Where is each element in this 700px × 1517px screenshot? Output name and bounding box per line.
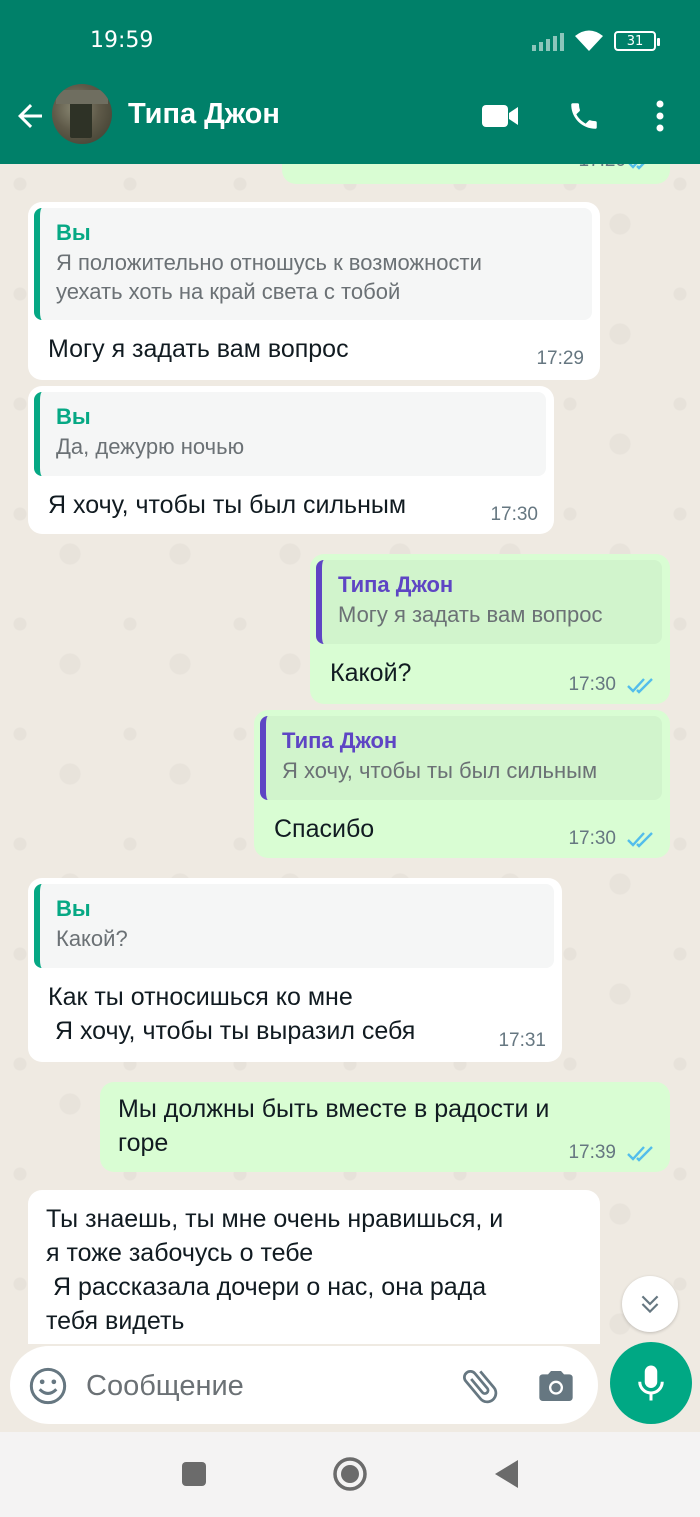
message-text: Мы должны быть вместе в радости и горе	[118, 1095, 550, 1157]
quote-text: Да, дежурю ночью	[56, 434, 245, 459]
video-call-icon	[482, 105, 518, 127]
quoted-message[interactable]: Вы Да, дежурю ночью	[34, 392, 546, 476]
message-meta: 17:39	[568, 1142, 616, 1164]
message-time: 17:30	[568, 828, 616, 849]
mic-icon	[638, 1365, 664, 1401]
message-time: 17:30	[490, 504, 538, 525]
quoted-message[interactable]: Типа Джон Я хочу, чтобы ты был сильным	[260, 716, 662, 800]
message-meta: 17:30	[568, 828, 616, 850]
message-bubble-outgoing[interactable]: 17:20	[282, 164, 670, 184]
chevron-double-down-icon	[641, 1295, 659, 1314]
message-bubble-incoming[interactable]: Вы Я положительно отношусь к возможности…	[28, 202, 600, 380]
wifi-icon	[575, 30, 603, 51]
quoted-message[interactable]: Вы Я положительно отношусь к возможности…	[34, 208, 592, 320]
attach-icon[interactable]	[458, 1364, 502, 1408]
message-text: Как ты относишься ко мне Я хочу, чтобы т…	[48, 983, 416, 1045]
nav-home-icon	[333, 1457, 367, 1491]
message-bubble-outgoing[interactable]: Мы должны быть вместе в радости и горе 1…	[100, 1082, 670, 1172]
camera-icon[interactable]	[536, 1366, 576, 1406]
quote-text: Я хочу, чтобы ты был сильным	[282, 758, 598, 783]
quote-author: Вы	[56, 896, 91, 921]
message-text: Спасибо	[274, 815, 375, 843]
back-arrow-icon[interactable]	[12, 98, 48, 134]
voice-message-button[interactable]	[610, 1342, 692, 1424]
quoted-message[interactable]: Вы Какой?	[34, 884, 554, 968]
voice-call-button[interactable]	[564, 96, 604, 136]
message-bubble-incoming[interactable]: Ты знаешь, ты мне очень нравишься, и я т…	[28, 1190, 600, 1344]
battery-level: 31	[626, 33, 644, 49]
message-meta: 17:30	[568, 674, 616, 696]
message-meta: 17:29	[536, 348, 584, 370]
status-icons: 31	[532, 30, 660, 52]
avatar[interactable]	[52, 84, 112, 144]
nav-recents-icon	[182, 1462, 206, 1486]
chat-header: 19:59 31 Типа Джон	[0, 0, 700, 164]
emoji-icon[interactable]	[28, 1366, 68, 1406]
quote-author: Вы	[56, 404, 91, 429]
status-time: 19:59	[90, 28, 154, 53]
nav-recents-button[interactable]	[174, 1454, 214, 1494]
message-composer	[10, 1346, 598, 1424]
message-time: 17:31	[498, 1030, 546, 1051]
phone-icon	[571, 103, 597, 129]
quote-author: Вы	[56, 220, 91, 245]
message-time: 17:29	[536, 348, 584, 369]
message-text: Ты знаешь, ты мне очень нравишься, и я т…	[46, 1205, 504, 1335]
quote-text: Какой?	[56, 926, 128, 951]
quoted-message[interactable]: Типа Джон Могу я задать вам вопрос	[316, 560, 662, 644]
toolbar: Типа Джон	[0, 82, 700, 164]
quote-author: Типа Джон	[282, 728, 398, 753]
message-meta: 17:20	[578, 164, 626, 172]
message-time: 17:20	[578, 164, 626, 172]
double-check-icon	[627, 1146, 653, 1162]
quote-author: Типа Джон	[338, 572, 454, 597]
message-bubble-outgoing[interactable]: Типа Джон Я хочу, чтобы ты был сильным С…	[254, 710, 670, 858]
nav-back-button[interactable]	[486, 1454, 526, 1494]
status-bar: 19:59 31	[0, 0, 700, 82]
system-navigation-bar	[0, 1432, 700, 1517]
message-text: Могу я задать вам вопрос	[48, 335, 349, 363]
chat-area[interactable]: 17:20 Вы Я положительно отношусь к возмо…	[0, 164, 700, 1344]
signal-icon	[532, 31, 564, 51]
nav-back-icon	[495, 1460, 518, 1488]
message-time: 17:39	[568, 1142, 616, 1163]
quote-text: Могу я задать вам вопрос	[338, 602, 603, 627]
double-check-icon	[627, 832, 653, 848]
nav-home-button[interactable]	[330, 1454, 370, 1494]
scroll-to-bottom-button[interactable]	[622, 1276, 678, 1332]
contact-name[interactable]: Типа Джон	[128, 98, 280, 131]
message-bubble-incoming[interactable]: Вы Какой? Как ты относишься ко мне Я хоч…	[28, 878, 562, 1062]
message-meta: 17:31	[498, 1030, 546, 1052]
message-text: Какой?	[330, 659, 412, 687]
more-options-button[interactable]	[640, 96, 680, 136]
message-meta: 17:30	[490, 504, 538, 526]
double-check-icon	[628, 164, 645, 170]
message-bubble-outgoing[interactable]: Типа Джон Могу я задать вам вопрос Какой…	[310, 554, 670, 704]
quote-text: Я положительно отношусь к возможности уе…	[56, 250, 482, 304]
more-options-icon	[656, 100, 664, 132]
double-check-icon	[627, 678, 653, 694]
message-text: Я хочу, чтобы ты был сильным	[48, 491, 407, 519]
message-bubble-incoming[interactable]: Вы Да, дежурю ночью Я хочу, чтобы ты был…	[28, 386, 554, 534]
video-call-button[interactable]	[480, 96, 520, 136]
battery-icon: 31	[614, 31, 660, 51]
message-time: 17:30	[568, 674, 616, 695]
message-input[interactable]	[86, 1366, 426, 1406]
